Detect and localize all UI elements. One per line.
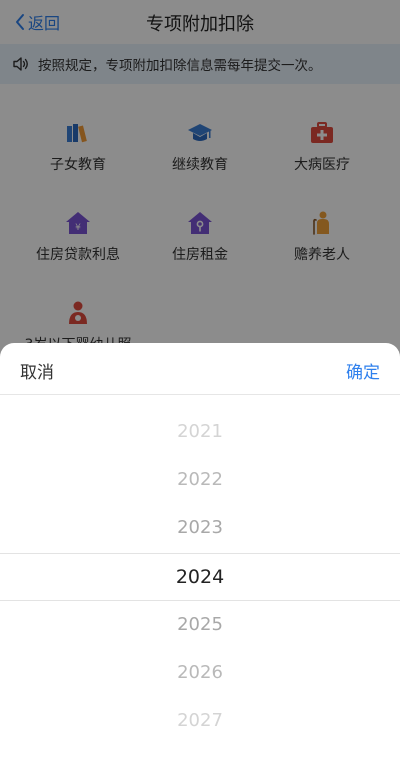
picker-header: 取消 确定	[0, 343, 400, 395]
year-option[interactable]: 2022	[0, 469, 400, 490]
cancel-button[interactable]: 取消	[20, 358, 54, 383]
confirm-button[interactable]: 确定	[346, 358, 380, 383]
year-option[interactable]: 2023	[0, 517, 400, 538]
year-wheel[interactable]: 2021 2022 2023 2024 2025 2026 2027	[0, 395, 400, 760]
year-option[interactable]: 2027	[0, 710, 400, 731]
year-picker-sheet: 取消 确定 2021 2022 2023 2024 2025 2026 2027	[0, 343, 400, 760]
year-option[interactable]: 2025	[0, 614, 400, 635]
year-option-selected[interactable]: 2024	[0, 566, 400, 588]
year-option[interactable]: 2021	[0, 421, 400, 442]
year-option[interactable]: 2026	[0, 662, 400, 683]
